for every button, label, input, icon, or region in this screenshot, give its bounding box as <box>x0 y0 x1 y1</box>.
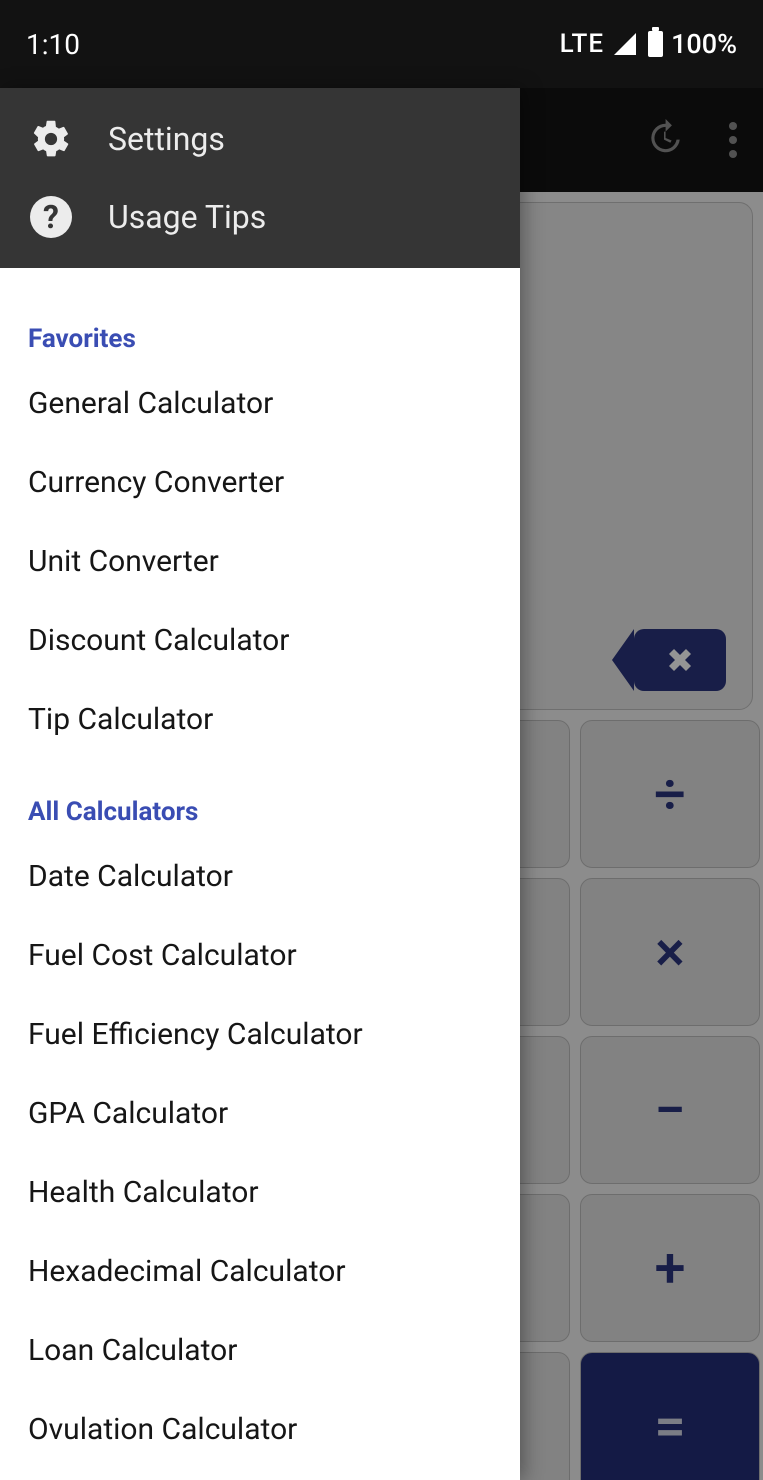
drawer-body: Favorites General Calculator Currency Co… <box>0 268 520 1480</box>
drawer-item-date-calculator[interactable]: Date Calculator <box>28 837 520 916</box>
status-time: 1:10 <box>26 28 80 61</box>
status-right: LTE 100% <box>560 28 737 60</box>
battery-icon <box>648 31 663 57</box>
drawer-usage-tips[interactable]: ? Usage Tips <box>0 178 520 256</box>
drawer-header: Settings ? Usage Tips <box>0 88 520 268</box>
drawer-settings-label: Settings <box>108 120 225 158</box>
gear-icon <box>30 118 72 160</box>
drawer-item-fuel-efficiency-calculator[interactable]: Fuel Efficiency Calculator <box>28 995 520 1074</box>
signal-icon <box>614 33 636 55</box>
drawer-item-tip-calculator[interactable]: Tip Calculator <box>28 680 520 759</box>
network-label: LTE <box>560 29 604 59</box>
drawer-item-fuel-cost-calculator[interactable]: Fuel Cost Calculator <box>28 916 520 995</box>
help-icon: ? <box>30 196 72 238</box>
drawer-item-loan-calculator[interactable]: Loan Calculator <box>28 1311 520 1390</box>
drawer-item-discount-calculator[interactable]: Discount Calculator <box>28 601 520 680</box>
drawer-settings[interactable]: Settings <box>0 100 520 178</box>
navigation-drawer: Settings ? Usage Tips Favorites General … <box>0 88 520 1480</box>
drawer-item-hexadecimal-calculator[interactable]: Hexadecimal Calculator <box>28 1232 520 1311</box>
drawer-tips-label: Usage Tips <box>108 198 266 236</box>
drawer-item-general-calculator[interactable]: General Calculator <box>28 364 520 443</box>
drawer-item-unit-converter[interactable]: Unit Converter <box>28 522 520 601</box>
all-calculators-heading: All Calculators <box>28 797 520 827</box>
battery-percent: 100% <box>671 28 737 60</box>
status-bar: 1:10 LTE 100% <box>0 0 763 88</box>
drawer-item-currency-converter[interactable]: Currency Converter <box>28 443 520 522</box>
drawer-item-health-calculator[interactable]: Health Calculator <box>28 1153 520 1232</box>
drawer-item-ovulation-calculator[interactable]: Ovulation Calculator <box>28 1390 520 1469</box>
favorites-heading: Favorites <box>28 324 520 354</box>
drawer-item-gpa-calculator[interactable]: GPA Calculator <box>28 1074 520 1153</box>
